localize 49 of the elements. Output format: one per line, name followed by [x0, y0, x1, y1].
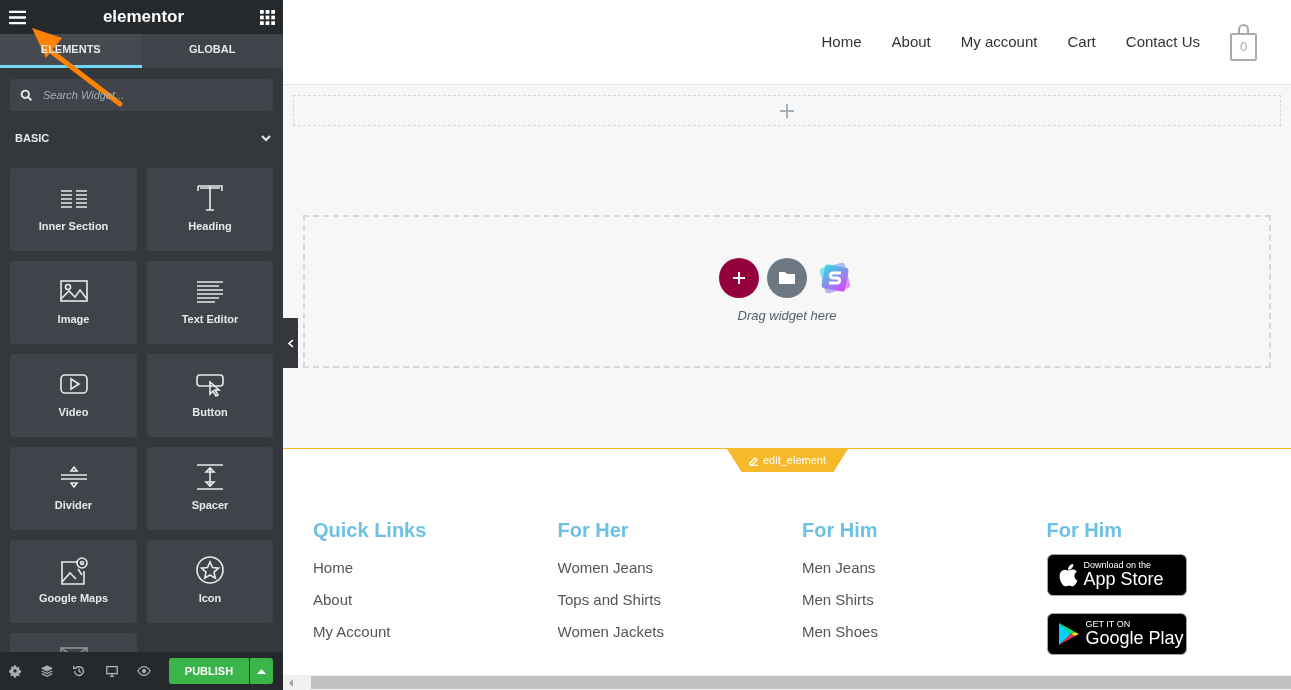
widget-tile[interactable]: Icon — [147, 539, 273, 623]
drop-hint: Drag widget here — [737, 306, 837, 325]
widget-label: Google Maps — [38, 590, 109, 606]
google-play-badge[interactable]: GET IT ON Google Play — [1046, 613, 1187, 655]
widget-tile[interactable]: Divider — [10, 446, 137, 530]
footer-link[interactable]: My Account — [313, 621, 558, 653]
footer-link[interactable]: About — [313, 589, 558, 621]
widget-label: Divider — [54, 497, 93, 513]
widget-tile[interactable]: Heading — [147, 167, 273, 251]
nav-link[interactable]: Cart — [1067, 30, 1096, 54]
widget-tile[interactable]: Button — [147, 353, 273, 437]
widget-tile[interactable]: Google Maps — [10, 539, 137, 623]
category-label: BASIC — [15, 131, 50, 146]
nav-link[interactable]: My account — [960, 30, 1038, 54]
footer-heading: For Him — [1046, 518, 1124, 543]
footer-heading: Quick Links — [313, 518, 428, 543]
widget-label: Heading — [188, 218, 232, 234]
footer-link[interactable]: Men Jeans — [802, 557, 1047, 589]
footer-link[interactable]: Home — [313, 557, 558, 589]
panel-tab[interactable]: GLOBAL — [141, 34, 283, 68]
widget-label: Video — [58, 404, 89, 420]
badge-title: App Store — [1083, 569, 1164, 590]
footer-heading: For Him — [802, 518, 879, 543]
nav-link[interactable]: Contact Us — [1125, 30, 1200, 54]
footer-heading: For Her — [557, 518, 630, 543]
widget-tile[interactable]: Text Editor — [147, 260, 273, 344]
footer-link[interactable]: Men Shoes — [802, 621, 1047, 653]
logo-text: elementor — [102, 6, 185, 29]
widget-tile[interactable]: Image — [10, 260, 137, 344]
nav-link[interactable]: About — [891, 30, 931, 54]
nav-link[interactable]: Home — [821, 30, 862, 54]
widget-tile[interactable]: Inner Section — [10, 167, 137, 251]
widget-label: Icon — [198, 590, 222, 606]
badge-caption: GET IT ON — [1085, 619, 1132, 629]
widget-label: Spacer — [191, 497, 229, 513]
footer-link[interactable]: Women Jackets — [557, 621, 802, 653]
widget-label: Text Editor — [181, 311, 239, 327]
widget-label: Inner Section — [38, 218, 109, 234]
category-header[interactable]: BASIC — [0, 111, 283, 147]
badge-title: Google Play — [1085, 628, 1184, 649]
app-store-badge[interactable]: Download on the App Store — [1046, 554, 1187, 596]
footer-link[interactable]: Men Shirts — [802, 589, 1047, 621]
badge-caption: Download on the — [1083, 560, 1153, 570]
footer-link[interactable]: Tops and Shirts — [557, 589, 802, 621]
widget-label: Button — [192, 404, 228, 420]
widget-tile[interactable]: Video — [10, 353, 137, 437]
widget-label: Image — [57, 311, 90, 327]
widget-tile[interactable]: Spacer — [147, 446, 273, 530]
footer-link[interactable]: Women Jeans — [557, 557, 802, 589]
